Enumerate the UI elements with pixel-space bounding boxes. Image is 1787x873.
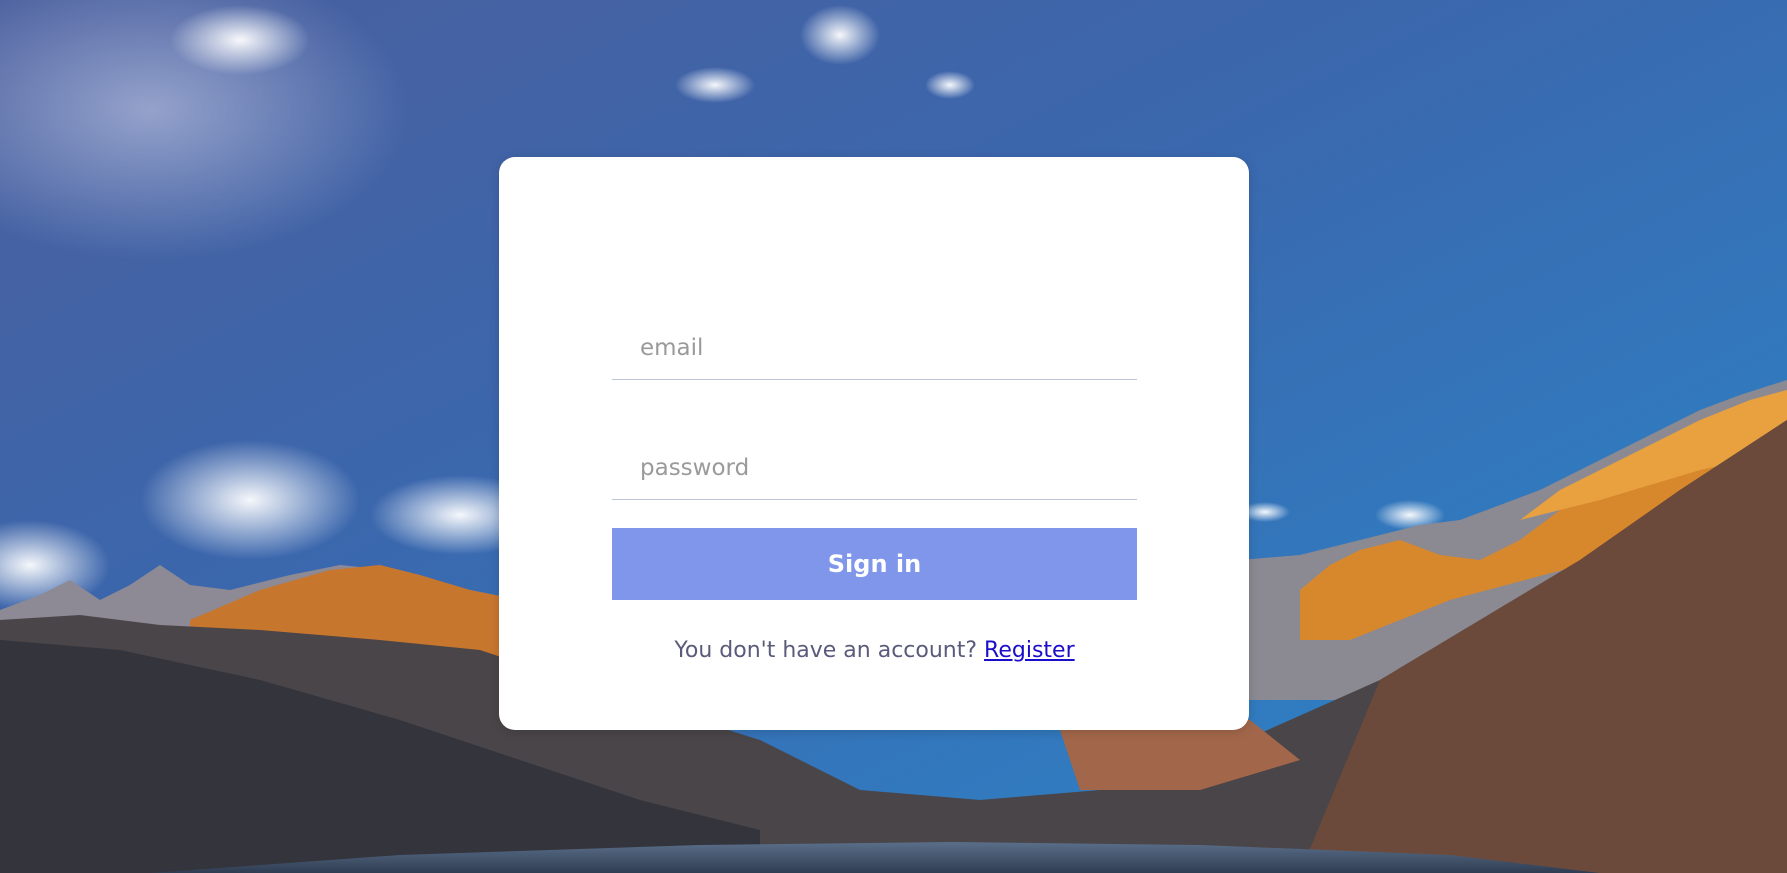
email-input[interactable] [612, 317, 1137, 379]
password-field-container [612, 437, 1137, 500]
register-prompt-text: You don't have an account? [674, 638, 978, 663]
login-form: Sign in You don't have an account? Regis… [612, 317, 1137, 663]
email-field-container [612, 317, 1137, 380]
register-link[interactable]: Register [984, 638, 1075, 663]
register-prompt-row: You don't have an account? Register [612, 638, 1137, 663]
sign-in-button[interactable]: Sign in [612, 528, 1137, 600]
login-card: Sign in You don't have an account? Regis… [499, 157, 1249, 730]
password-input[interactable] [612, 437, 1137, 499]
